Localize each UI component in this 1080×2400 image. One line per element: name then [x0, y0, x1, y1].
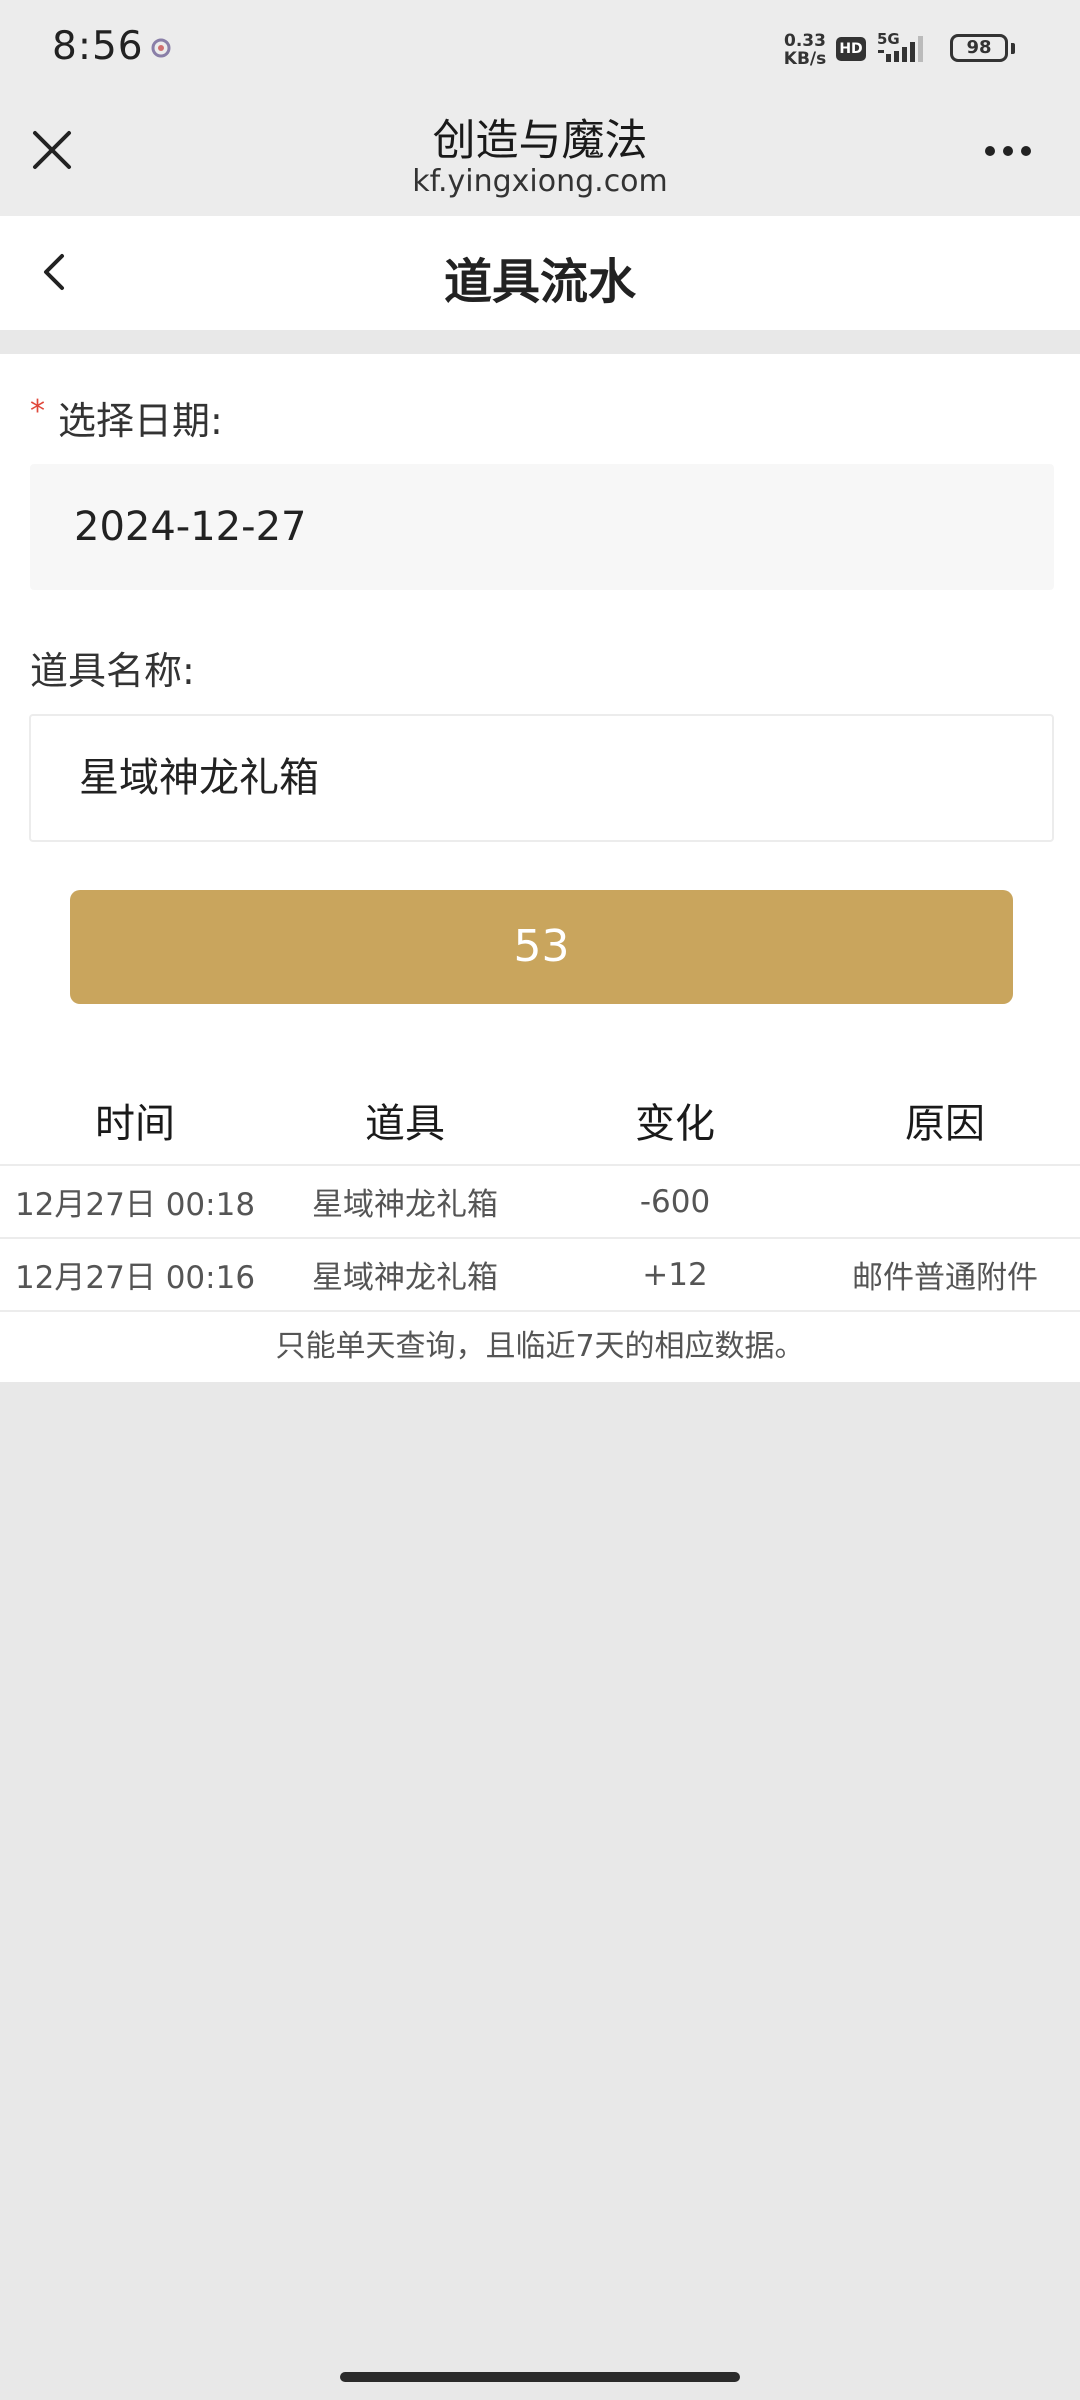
more-button[interactable] [968, 126, 1048, 176]
notification-app-icon [150, 37, 172, 59]
webview-header: 创造与魔法 kf.yingxiong.com [0, 98, 1080, 216]
network-speed-unit: KB/s [783, 49, 827, 69]
chevron-left-icon [44, 254, 64, 290]
webview-title: 创造与魔法 [432, 116, 648, 166]
battery-cap [1011, 43, 1015, 54]
hd-badge: HD [836, 37, 866, 61]
query-button[interactable]: 53 [70, 890, 1013, 1004]
date-picker-field[interactable]: 2024-12-27 [30, 464, 1054, 590]
network-speed-value: 0.33 [784, 31, 826, 51]
item-name-label: 道具名称: [30, 649, 195, 693]
page-title: 道具流水 [443, 254, 636, 310]
page-nav-bar: 道具流水 [0, 216, 1080, 330]
battery-icon: 98 [950, 34, 1008, 62]
cell-item: 星域神龙礼箱 [312, 1187, 498, 1223]
close-button[interactable] [22, 120, 82, 180]
table-header: 时间 道具 变化 原因 [0, 1076, 1080, 1166]
table-footer-note: 只能单天查询，且临近7天的相应数据。 [275, 1329, 805, 1364]
item-name-field[interactable]: 星域神龙礼箱 [29, 714, 1054, 842]
item-log-table: 时间 道具 变化 原因 12月27日 00:18 星域神龙礼箱 -600 12月… [0, 1076, 1080, 1382]
column-header-time: 时间 [95, 1101, 175, 1147]
column-header-item: 道具 [365, 1101, 445, 1147]
cell-item: 星域神龙礼箱 [312, 1260, 498, 1296]
home-indicator[interactable] [340, 2372, 740, 2382]
status-bar: 8:56 0.33 KB/s HD 5G 98 [0, 0, 1080, 98]
webview-domain: kf.yingxiong.com [412, 164, 668, 199]
column-header-change: 变化 [635, 1101, 715, 1147]
cell-time: 12月27日 00:18 [14, 1187, 256, 1223]
network-speed: 0.33 KB/s [778, 32, 832, 68]
query-form: * 选择日期: 2024-12-27 道具名称: 星域神龙礼箱 53 时间 道具… [0, 354, 1080, 1382]
table-row: 12月27日 00:18 星域神龙礼箱 -600 [0, 1166, 1080, 1239]
signal-icon: 5G [874, 30, 938, 66]
cell-change: -600 [639, 1183, 711, 1220]
more-icon [985, 146, 1031, 156]
date-label: 选择日期: [58, 399, 223, 443]
table-row: 12月27日 00:16 星域神龙礼箱 +12 邮件普通附件 [0, 1239, 1080, 1312]
network-type-label: 5G [877, 30, 900, 48]
close-icon [33, 131, 71, 169]
column-header-reason: 原因 [905, 1101, 985, 1147]
back-button[interactable] [28, 244, 84, 300]
cell-change: +12 [642, 1256, 708, 1293]
cell-time: 12月27日 00:16 [14, 1260, 256, 1296]
status-time: 8:56 [52, 24, 144, 69]
required-mark: * [30, 394, 45, 429]
cell-reason: 邮件普通附件 [852, 1260, 1038, 1296]
